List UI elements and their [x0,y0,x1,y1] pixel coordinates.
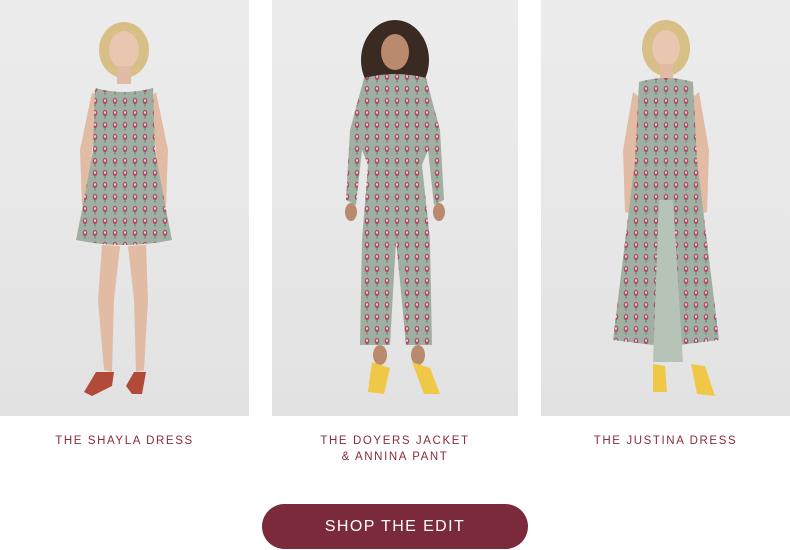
product-name[interactable]: THE DOYERS JACKET & ANNINA PANT [272,433,518,465]
model-illustration [345,20,445,394]
product-image-justina[interactable] [541,0,790,416]
shop-the-edit-button[interactable]: SHOP THE EDIT [262,504,528,549]
model-illustration [613,20,719,396]
product-image-doyers[interactable] [272,0,518,416]
product-name[interactable]: THE JUSTINA DRESS [541,433,790,449]
product-name[interactable]: THE SHAYLA DRESS [0,433,249,449]
product-image-shayla[interactable] [0,0,249,416]
model-illustration [76,22,172,396]
